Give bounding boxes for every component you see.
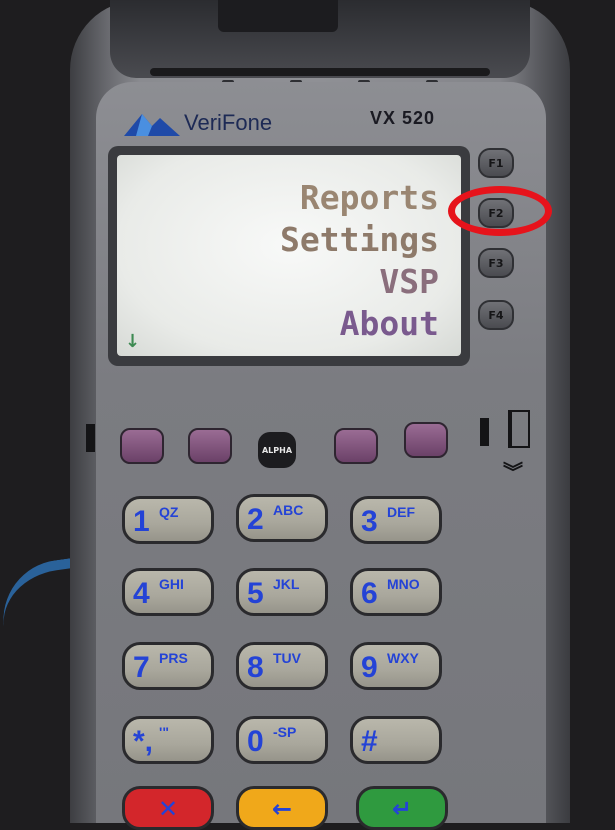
key-0[interactable]: 0 -SP — [236, 716, 328, 764]
key-6-digit: 6 — [361, 577, 378, 610]
f2-highlight-circle — [448, 186, 552, 236]
soft-key-1[interactable] — [120, 428, 164, 464]
menu-item-reports[interactable]: Reports — [300, 177, 439, 219]
printer-lid — [218, 0, 338, 32]
menu-item-vsp[interactable]: VSP — [379, 261, 439, 303]
enter-icon: ↵ — [391, 795, 413, 823]
key-9[interactable]: 9 WXY — [350, 642, 442, 690]
backspace-icon: ← — [271, 795, 293, 823]
key-5-letters: JKL — [273, 576, 300, 592]
menu-item-about[interactable]: About — [340, 303, 439, 345]
key-9-letters: WXY — [387, 650, 419, 666]
key-8-letters: TUV — [273, 650, 301, 666]
clear-key[interactable]: ← — [236, 786, 328, 830]
key-6-letters: MNO — [387, 576, 420, 592]
key-1[interactable]: 1 QZ — [122, 496, 214, 544]
key-1-letters: QZ — [159, 504, 179, 520]
key-9-digit: 9 — [361, 651, 378, 684]
soft-key-4[interactable] — [404, 422, 448, 458]
key-2-digit: 2 — [247, 503, 264, 536]
key-7-letters: PRS — [159, 650, 188, 666]
key-star[interactable]: *, '" — [122, 716, 214, 764]
lcd-display: Reports Settings VSP About ↓ — [117, 155, 461, 356]
f3-key[interactable]: F3 — [478, 248, 514, 278]
key-5-digit: 5 — [247, 577, 264, 610]
f4-key[interactable]: F4 — [478, 300, 514, 330]
key-4-digit: 4 — [133, 577, 150, 610]
key-4[interactable]: 4 GHI — [122, 568, 214, 616]
scroll-down-icon: ↓ — [125, 331, 141, 352]
key-4-letters: GHI — [159, 576, 184, 592]
key-6[interactable]: 6 MNO — [350, 568, 442, 616]
alpha-key[interactable]: ALPHA — [258, 432, 296, 468]
soft-key-3[interactable] — [334, 428, 378, 464]
left-edge-mark — [86, 424, 95, 452]
key-hash-symbol: # — [361, 725, 378, 758]
f1-key[interactable]: F1 — [478, 148, 514, 178]
key-5[interactable]: 5 JKL — [236, 568, 328, 616]
card-reader-icon — [508, 410, 530, 448]
model-name: VX 520 — [370, 108, 436, 128]
key-0-digit: 0 — [247, 725, 264, 758]
key-3[interactable]: 3 DEF — [350, 496, 442, 544]
key-2[interactable]: 2 ABC — [236, 494, 328, 542]
swipe-down-icon: ︾ — [503, 460, 523, 484]
right-edge-mark — [480, 418, 489, 446]
key-8-digit: 8 — [247, 651, 264, 684]
key-7-digit: 7 — [133, 651, 150, 684]
key-star-symbol: *, — [133, 725, 154, 758]
verifone-logo-icon — [124, 114, 180, 136]
key-hash[interactable]: # — [350, 716, 442, 764]
key-3-letters: DEF — [387, 504, 415, 520]
key-0-letters: -SP — [273, 724, 297, 740]
paper-slot — [150, 68, 490, 76]
key-7[interactable]: 7 PRS — [122, 642, 214, 690]
key-2-letters: ABC — [273, 502, 304, 518]
enter-key[interactable]: ↵ — [356, 786, 448, 830]
key-star-punct: '" — [159, 724, 169, 740]
key-1-digit: 1 — [133, 505, 150, 538]
soft-key-2[interactable] — [188, 428, 232, 464]
cancel-icon: ✕ — [157, 795, 179, 823]
brand-name: VeriFone — [184, 110, 273, 135]
menu-item-settings[interactable]: Settings — [280, 219, 439, 261]
cancel-key[interactable]: ✕ — [122, 786, 214, 830]
key-8[interactable]: 8 TUV — [236, 642, 328, 690]
key-3-digit: 3 — [361, 505, 378, 538]
